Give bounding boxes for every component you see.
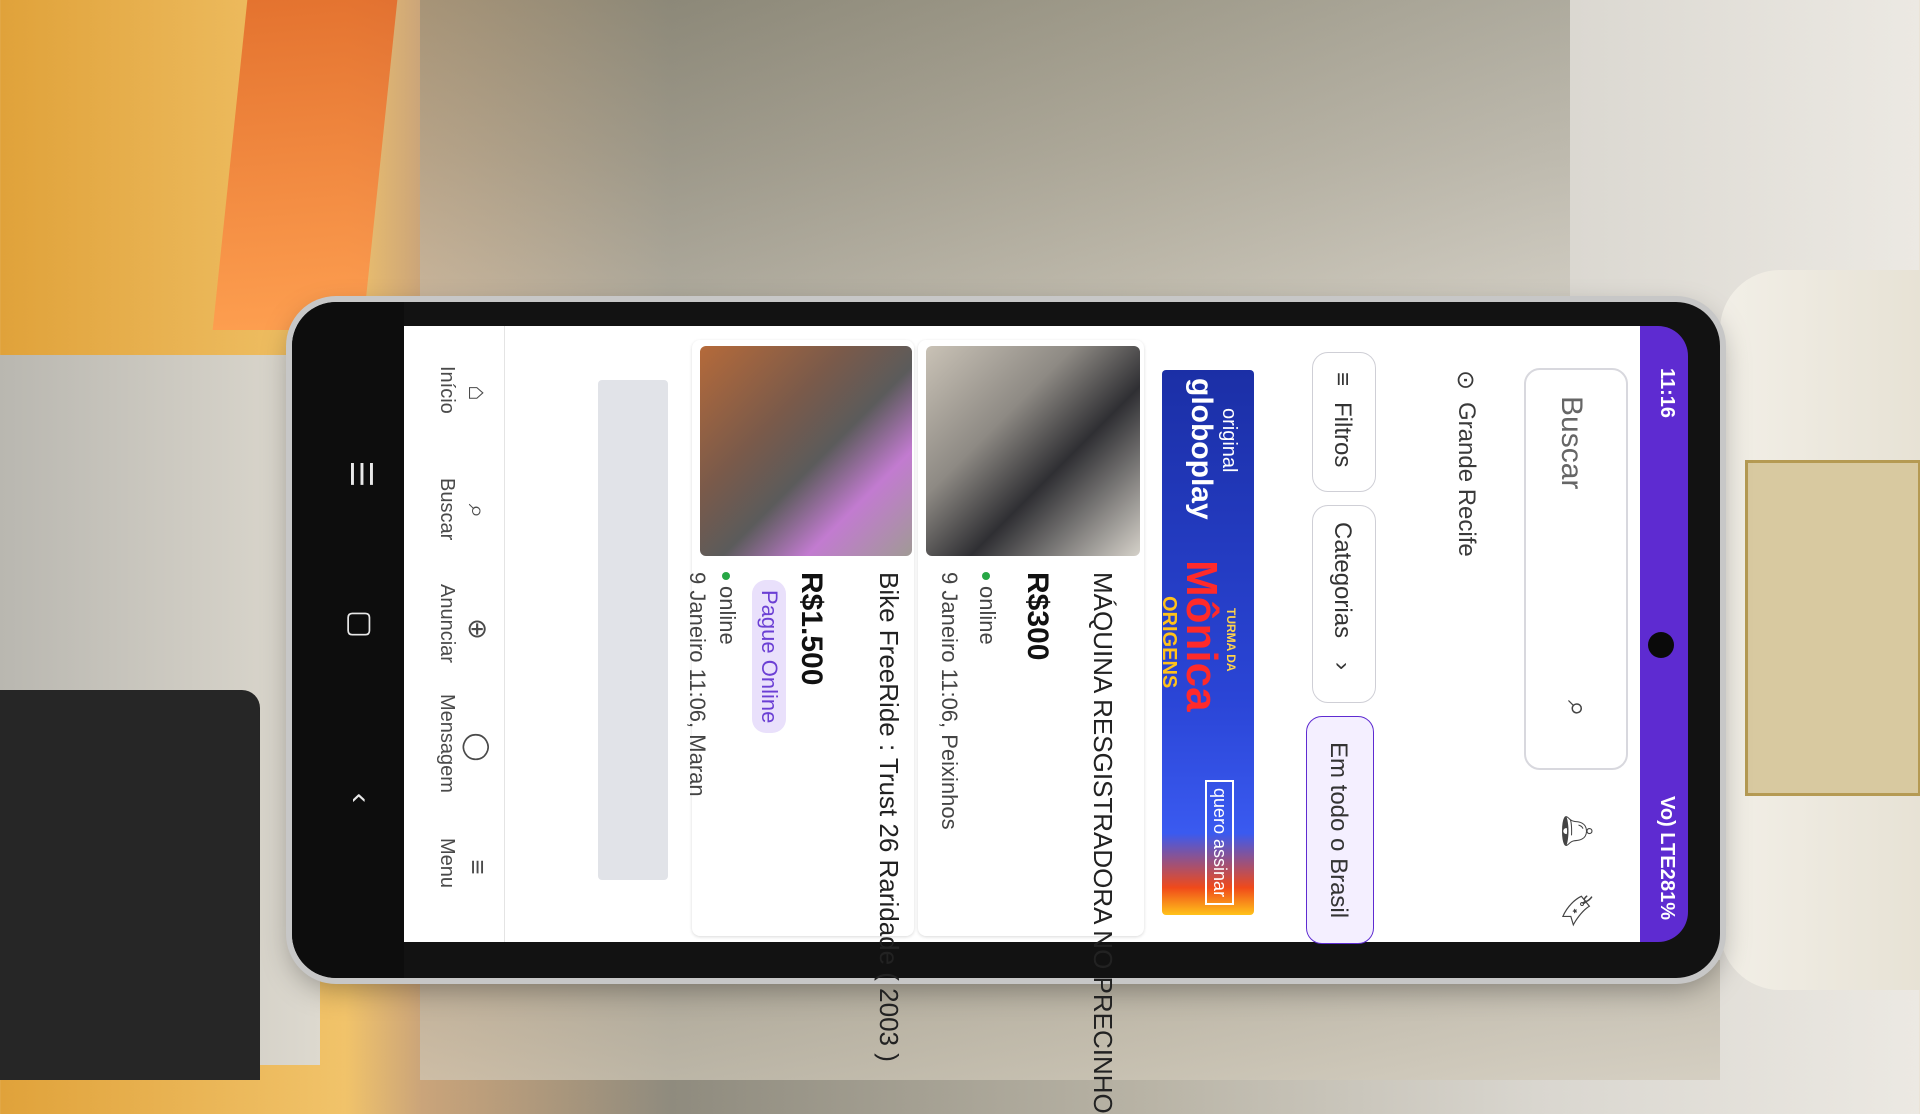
- chat-icon[interactable]: ◯: [463, 732, 493, 762]
- location-pin-icon[interactable]: ⊙: [1451, 370, 1480, 390]
- camera-body: [0, 690, 260, 1080]
- online-dot: [981, 572, 990, 580]
- chip-label-brasil: Em todo o Brasil: [1325, 742, 1352, 919]
- location-label[interactable]: Grande Recife: [1452, 402, 1480, 557]
- listing-date: 9 Janeiro 11:06, Maran: [685, 572, 710, 797]
- listing-image-bike[interactable]: [700, 346, 912, 556]
- home-icon[interactable]: ⌂: [463, 378, 493, 408]
- recent-apps-icon[interactable]: ☰: [340, 454, 380, 494]
- online-dot: [721, 572, 730, 580]
- listing-date: 9 Janeiro 11:06, Peixinhos: [937, 572, 962, 830]
- listing-price: R$1.500: [795, 572, 828, 686]
- chevron-down-icon: ›: [1329, 662, 1356, 670]
- chip-label-categorias: Categorias: [1329, 522, 1356, 639]
- online-status: online: [714, 572, 740, 645]
- listing-price: R$300: [1021, 572, 1054, 661]
- nav-label-anunciar[interactable]: Anunciar: [435, 584, 458, 663]
- chip-label-filtros: Filtros: [1329, 402, 1356, 468]
- ad-line-origens: ORIGENS: [1158, 596, 1180, 689]
- search-icon[interactable]: ⌕: [1560, 700, 1594, 717]
- status-time: 11:16: [1656, 368, 1678, 419]
- listing-image-calculator[interactable]: [926, 346, 1140, 556]
- battery-level: 81%: [1656, 880, 1678, 921]
- listing-title[interactable]: MÁQUINA RESGISTRADORA NO PRECINHO: [1087, 572, 1118, 1114]
- search-input[interactable]: Buscar: [1554, 396, 1588, 489]
- online-status: online: [974, 572, 1000, 645]
- loading-placeholder: [598, 380, 668, 880]
- ad-line-original: original: [1218, 408, 1240, 473]
- nav-label-buscar[interactable]: Buscar: [435, 478, 458, 540]
- nav-label-inicio[interactable]: Início: [435, 366, 458, 414]
- ad-title-monica: Mônica: [1177, 560, 1226, 712]
- bell-icon[interactable]: 🔔︎: [1559, 812, 1594, 850]
- home-button-icon[interactable]: ▢: [340, 604, 380, 644]
- nav-label-mensagem[interactable]: Mensagem: [435, 694, 458, 793]
- filter-icon: ≡: [1329, 372, 1356, 387]
- payment-badge: Pague Online: [752, 580, 786, 734]
- listing-title[interactable]: Bike FreeRide : Trust 26 Raridade ( 2003…: [873, 572, 904, 1062]
- online-label: online: [715, 586, 740, 645]
- ad-line-turma: TURMA DA: [1224, 608, 1238, 672]
- background-orange-object: [212, 0, 398, 330]
- network-status: Vo) LTE2: [1656, 796, 1678, 880]
- back-icon[interactable]: ‹: [340, 778, 380, 818]
- ad-cta-button[interactable]: quero assinar: [1205, 780, 1234, 906]
- background-shelf: [420, 0, 1570, 310]
- plus-circle-icon[interactable]: ⊕: [463, 614, 493, 644]
- nav-label-menu[interactable]: Menu: [435, 838, 458, 888]
- front-camera: [1648, 632, 1674, 658]
- warning-label: [1745, 460, 1920, 796]
- ad-brand-globoplay: globoplay: [1185, 378, 1218, 520]
- search-icon[interactable]: ⌕: [463, 496, 493, 526]
- background-shelf-bottom: [420, 960, 1720, 1080]
- bookmark-icon[interactable]: 🔖︎: [1559, 892, 1594, 930]
- menu-icon[interactable]: ≡: [463, 852, 493, 882]
- online-label: online: [975, 586, 1000, 645]
